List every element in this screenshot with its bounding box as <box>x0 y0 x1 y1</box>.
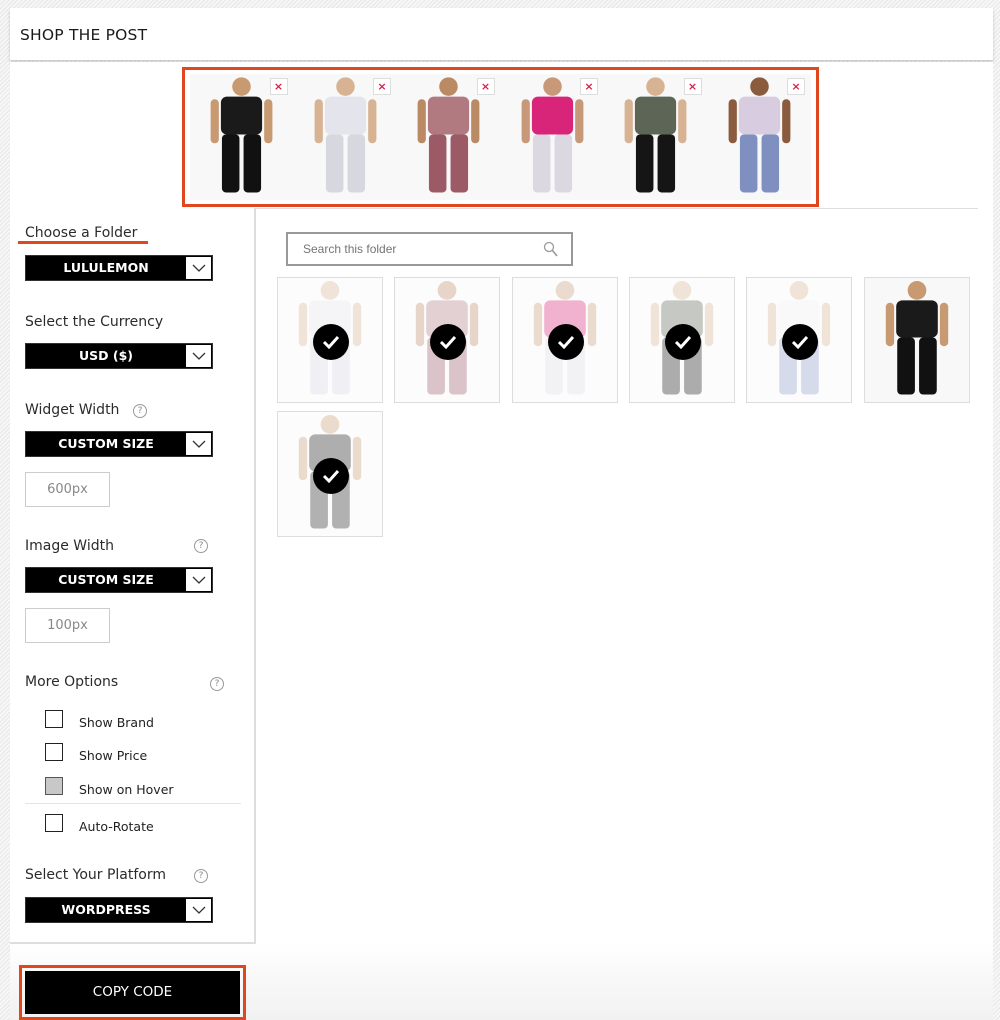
search-input[interactable] <box>303 242 533 256</box>
checkbox[interactable] <box>45 710 63 728</box>
remove-icon[interactable]: × <box>476 78 495 95</box>
option-label: Show Price <box>79 748 148 763</box>
checkmark-icon <box>313 324 349 360</box>
selected-product-thumb: × <box>190 74 294 200</box>
folder-select[interactable]: LULULEMON <box>25 255 213 281</box>
copy-code-button[interactable]: COPY CODE <box>25 971 240 1014</box>
image-width-input[interactable]: 100px <box>25 608 110 643</box>
platform-select[interactable]: WORDPRESS <box>25 897 213 923</box>
divider <box>25 803 241 804</box>
selected-product-thumb: × <box>604 74 708 200</box>
product-tile[interactable] <box>864 277 970 403</box>
product-tile[interactable] <box>394 277 500 403</box>
checkmark-icon <box>782 324 818 360</box>
header: SHOP THE POST <box>10 8 993 60</box>
checkbox[interactable] <box>45 777 63 795</box>
option-label: Show Brand <box>79 715 154 730</box>
search-icon[interactable] <box>543 241 559 258</box>
product-tile[interactable] <box>277 411 383 537</box>
platform-select-value: WORDPRESS <box>61 902 151 917</box>
checkbox[interactable] <box>45 814 63 832</box>
option-label: Auto-Rotate <box>79 819 154 834</box>
remove-icon[interactable]: × <box>683 78 702 95</box>
remove-icon[interactable]: × <box>373 78 391 95</box>
selected-products-strip: × × × × × × <box>182 67 819 207</box>
page-title: SHOP THE POST <box>20 26 148 44</box>
platform-label: Select Your Platform <box>25 867 167 883</box>
chevron-down-icon[interactable] <box>185 568 212 592</box>
remove-icon[interactable]: × <box>269 78 288 95</box>
selected-product-thumb: × <box>707 74 812 200</box>
checkmark-icon <box>430 324 466 360</box>
image-width-label: Image Width <box>25 538 114 554</box>
checkbox[interactable] <box>45 743 63 761</box>
main-panel: × × × × × × Choose a Folder LULULEMON Se… <box>10 62 993 1020</box>
help-icon[interactable]: ? <box>133 404 147 418</box>
remove-icon[interactable]: × <box>787 78 805 95</box>
chevron-down-icon[interactable] <box>185 898 212 922</box>
option-auto-rotate[interactable]: Auto-Rotate <box>45 814 154 834</box>
folder-select-value: LULULEMON <box>63 260 149 275</box>
selected-product-thumb: × <box>293 74 398 200</box>
product-tile[interactable] <box>746 277 852 403</box>
selected-product-thumb: × <box>397 74 501 200</box>
product-tile[interactable] <box>277 277 383 403</box>
copy-code-highlight: COPY CODE <box>19 965 246 1020</box>
chevron-down-icon[interactable] <box>185 344 212 368</box>
image-width-select[interactable]: CUSTOM SIZE <box>25 567 213 593</box>
currency-select[interactable]: USD ($) <box>25 343 213 369</box>
widget-width-select[interactable]: CUSTOM SIZE <box>25 431 213 457</box>
option-label: Show on Hover <box>79 782 174 797</box>
help-icon[interactable]: ? <box>210 677 224 691</box>
checkmark-icon <box>665 324 701 360</box>
folder-label: Choose a Folder <box>25 225 138 241</box>
currency-select-value: USD ($) <box>78 348 133 363</box>
help-icon[interactable]: ? <box>194 539 208 553</box>
checkmark-icon <box>313 458 349 494</box>
checkmark-icon <box>548 324 584 360</box>
widget-width-select-value: CUSTOM SIZE <box>58 436 154 451</box>
folder-label-underline <box>18 241 148 244</box>
widget-width-input[interactable]: 600px <box>25 472 110 507</box>
product-tile[interactable] <box>629 277 735 403</box>
option-show-brand[interactable]: Show Brand <box>45 710 154 730</box>
selected-product-thumb: × <box>500 74 605 200</box>
option-show-price[interactable]: Show Price <box>45 743 147 763</box>
folder-search[interactable] <box>286 232 573 266</box>
chevron-down-icon[interactable] <box>185 256 212 280</box>
widget-width-label: Widget Width <box>25 402 120 418</box>
help-icon[interactable]: ? <box>194 869 208 883</box>
image-width-select-value: CUSTOM SIZE <box>58 572 154 587</box>
currency-label: Select the Currency <box>25 314 164 330</box>
chevron-down-icon[interactable] <box>185 432 212 456</box>
option-show-on-hover[interactable]: Show on Hover <box>45 777 174 797</box>
remove-icon[interactable]: × <box>580 78 598 95</box>
divider <box>255 208 978 209</box>
more-options-label: More Options <box>25 674 119 690</box>
product-tile[interactable] <box>512 277 618 403</box>
